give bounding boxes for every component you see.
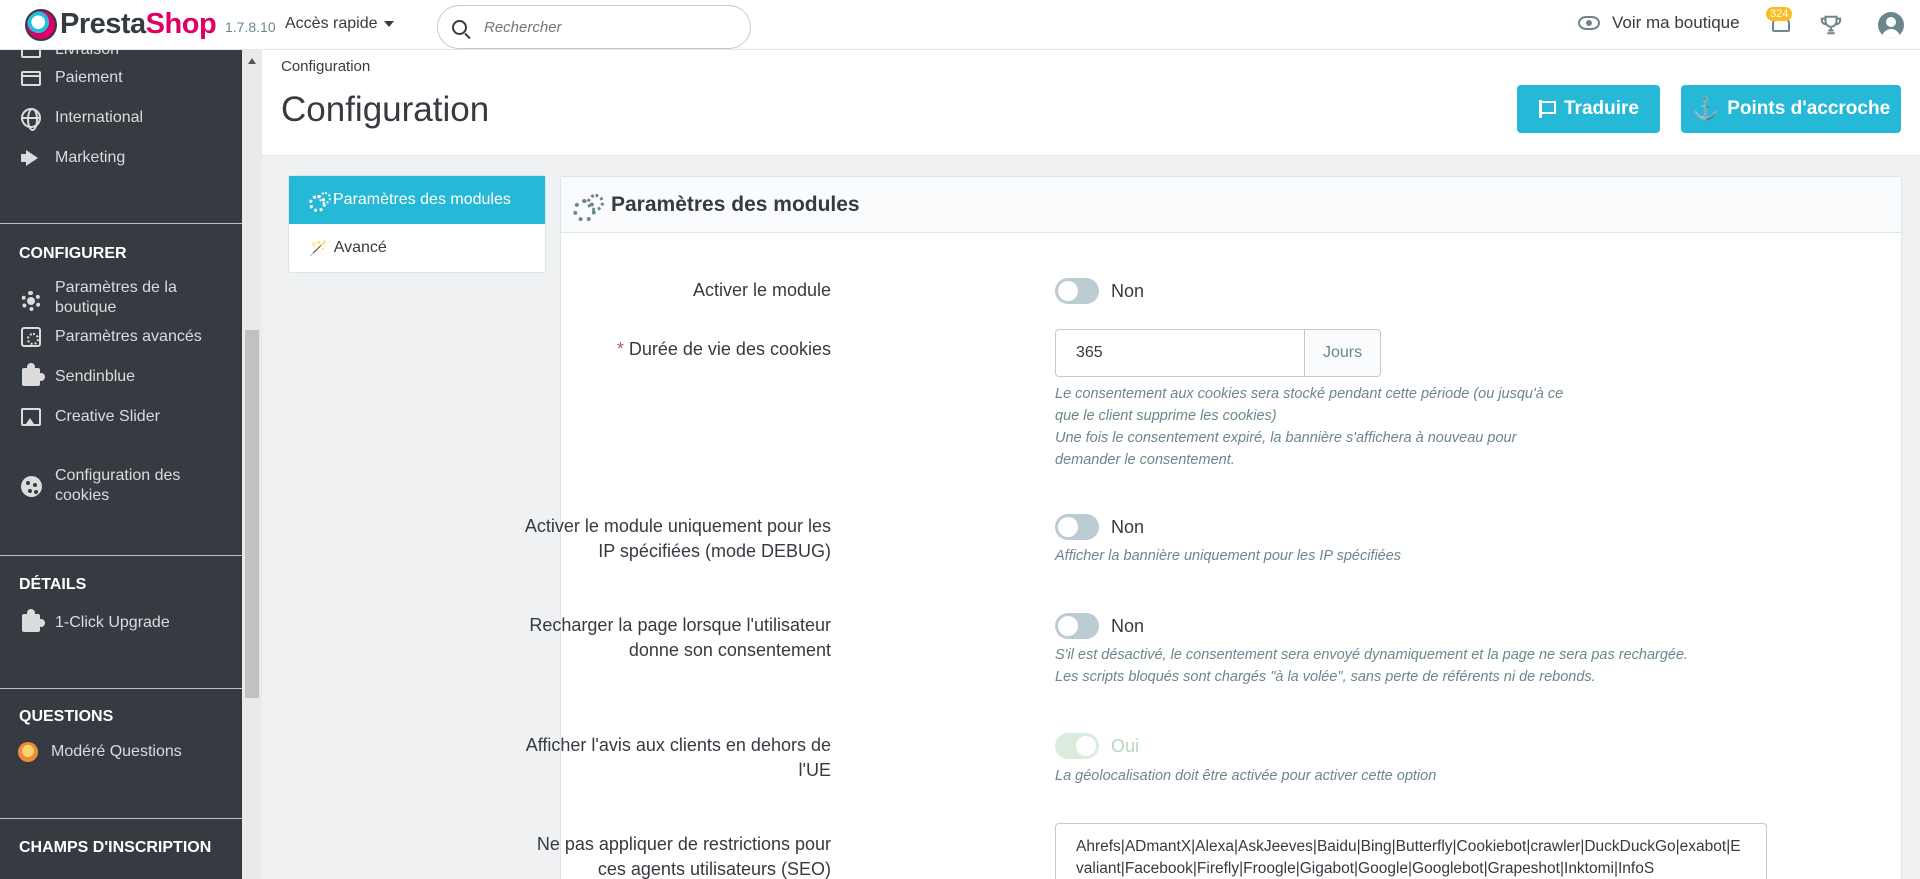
- flag-icon: [1538, 100, 1556, 118]
- cookie-icon: [20, 475, 42, 497]
- tab-module-settings[interactable]: Paramètres des modules: [289, 176, 545, 224]
- debug-ip-state: Non: [1111, 517, 1145, 537]
- gears-icon: [309, 192, 331, 212]
- breadcrumb[interactable]: Configuration: [281, 58, 370, 75]
- credit-card-icon: [20, 67, 42, 89]
- page-title: Configuration: [281, 90, 490, 129]
- debug-ip-help: Afficher la bannière uniquement pour les…: [1055, 548, 1402, 564]
- config-tabs: Paramètres des modules 🪄 Avancé: [288, 175, 546, 273]
- tab-label: Avancé: [333, 239, 387, 256]
- sidebar-item-label: 1-Click Upgrade: [55, 614, 170, 631]
- outside-eu-state: Oui: [1111, 736, 1140, 756]
- questions-logo-icon: [17, 741, 39, 763]
- sidebar-item-label: Paiement: [55, 69, 123, 86]
- sidebar-item-label: Modéré Questions: [51, 743, 182, 760]
- megaphone-icon: [20, 147, 42, 169]
- sidebar-item-label: International: [55, 109, 144, 126]
- sidebar-scrollbar-thumb[interactable]: [245, 330, 259, 698]
- sidebar-divider: [0, 223, 242, 224]
- sidebar-item-shipping[interactable]: Livraison: [0, 50, 242, 62]
- caret-down-icon: [383, 21, 394, 27]
- eye-icon: [1578, 16, 1600, 30]
- enable-module-label: Activer le module: [692, 280, 831, 300]
- translate-button[interactable]: Traduire: [1517, 85, 1660, 133]
- tab-label: Paramètres des modules: [333, 191, 511, 208]
- cookie-lifetime-group: Jours: [1055, 329, 1381, 377]
- outside-eu-help: La géolocalisation doit être activée pou…: [1055, 768, 1437, 784]
- sidebar-item-label: Marketing: [55, 149, 126, 166]
- sidebar-divider: [0, 818, 242, 819]
- user-agents-textarea[interactable]: Ahrefs|ADmantX|Alexa|AskJeeves|Baidu|Bin…: [1055, 823, 1767, 879]
- puzzle-icon: [20, 609, 45, 634]
- top-header: PrestaShop 1.7.8.10 Accès rapide Voir ma…: [0, 0, 1920, 50]
- required-asterisk: *: [616, 339, 629, 359]
- outside-eu-switch: [1055, 733, 1099, 759]
- quick-access-dropdown[interactable]: Accès rapide: [285, 15, 394, 33]
- hooks-button-label: Points d'accroche: [1727, 98, 1891, 119]
- gears-icon: [573, 193, 604, 222]
- cookie-lifetime-input[interactable]: [1055, 329, 1305, 377]
- reload-page-state: Non: [1111, 616, 1145, 636]
- scroll-up-arrow-icon[interactable]: [248, 58, 256, 64]
- hooks-button[interactable]: ⚓ Points d'accroche: [1681, 85, 1901, 133]
- sidebar-item-label: Configuration des cookies: [55, 467, 181, 504]
- puzzle-icon: [20, 363, 45, 388]
- notifications-badge: 324: [1766, 7, 1793, 21]
- sidebar-item-label: Paramètres avancés: [55, 328, 202, 345]
- prestashop-logo[interactable]: PrestaShop: [25, 8, 217, 41]
- sidebar-item-label: Paramètres de la boutique: [55, 279, 177, 316]
- sidebar-item-label: Sendinblue: [55, 368, 136, 385]
- translate-button-label: Traduire: [1564, 98, 1639, 119]
- tab-advanced[interactable]: 🪄 Avancé: [289, 224, 545, 272]
- anchor-icon: ⚓: [1691, 96, 1720, 121]
- magic-wand-icon: 🪄: [309, 240, 328, 257]
- reload-page-help: S'il est désactivé, le consentement sera…: [1055, 647, 1689, 685]
- logo-text-shop: Shop: [145, 8, 217, 40]
- truck-icon: [20, 50, 42, 61]
- cookie-lifetime-unit: Jours: [1305, 329, 1381, 377]
- panel-title: Paramètres des modules: [611, 192, 860, 216]
- debug-ip-label: Activer le module uniquement pour les IP…: [524, 516, 831, 561]
- cookie-lifetime-help: Le consentement aux cookies sera stocké …: [1055, 386, 1564, 468]
- sidebar-divider: [0, 688, 242, 689]
- globe-icon: [20, 107, 42, 131]
- logo-text-presta: Presta: [60, 8, 146, 40]
- page-header: [262, 50, 1920, 156]
- section-title-configure: CONFIGURER: [19, 245, 127, 262]
- sidebar-item-label: Creative Slider: [55, 408, 160, 425]
- enable-module-state: Non: [1111, 281, 1145, 301]
- sidebar: Livraison Paiement International Marketi…: [0, 50, 242, 879]
- view-shop-label: Voir ma boutique: [1612, 13, 1740, 32]
- sidebar-item-label: Livraison: [55, 50, 119, 60]
- settings-box-icon: [20, 326, 42, 348]
- trophy-icon[interactable]: [1820, 14, 1842, 36]
- view-shop-link[interactable]: Voir ma boutique: [1578, 13, 1740, 33]
- version-label: 1.7.8.10: [225, 19, 276, 35]
- debug-ip-switch[interactable]: [1055, 514, 1099, 540]
- quick-access-label: Accès rapide: [285, 15, 378, 32]
- search-box[interactable]: [437, 5, 751, 49]
- section-title-questions: QUESTIONS: [19, 708, 114, 725]
- enable-module-switch[interactable]: [1055, 278, 1099, 304]
- gear-icon: [20, 290, 42, 312]
- section-title-registration-fields: CHAMPS D'INSCRIPTION: [19, 839, 212, 856]
- sidebar-divider: [0, 555, 242, 556]
- user-account-icon[interactable]: [1878, 12, 1904, 38]
- image-icon: [20, 406, 42, 428]
- section-title-details: DÉTAILS: [19, 576, 87, 593]
- search-input[interactable]: [484, 18, 724, 36]
- reload-page-switch[interactable]: [1055, 613, 1099, 639]
- outside-eu-label: Afficher l'avis aux clients en dehors de…: [525, 735, 831, 780]
- panel-heading: Paramètres des modules: [561, 177, 1901, 233]
- user-agents-label: Ne pas appliquer de restrictions pour ce…: [536, 834, 831, 879]
- search-icon: [452, 19, 467, 35]
- reload-page-label: Recharger la page lorsque l'utilisateur …: [529, 615, 831, 660]
- cookie-lifetime-label: * Durée de vie des cookies: [616, 339, 831, 359]
- puffin-logo-icon: [25, 8, 57, 41]
